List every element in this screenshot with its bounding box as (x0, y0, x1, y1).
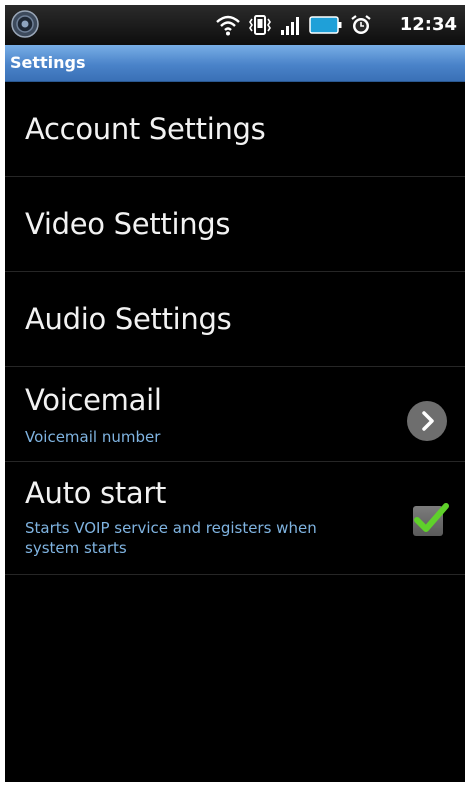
list-item-label: Account Settings (25, 112, 266, 146)
signal-icon (279, 14, 303, 36)
list-item-label: Audio Settings (25, 302, 232, 336)
check-mark-icon (414, 503, 449, 532)
list-item-summary: Starts VOIP service and registers when s… (25, 519, 317, 557)
status-clock: 12:34 (399, 14, 457, 35)
list-item-video-settings[interactable]: Video Settings (5, 177, 465, 272)
list-item-auto-start[interactable]: Auto start Starts VOIP service and regis… (5, 462, 465, 575)
auto-start-checkbox[interactable] (413, 503, 449, 536)
list-item-audio-settings[interactable]: Audio Settings (5, 272, 465, 367)
list-item-label: Voicemail (25, 383, 162, 417)
list-item-label: Video Settings (25, 207, 231, 241)
list-item-label: Auto start (25, 476, 167, 510)
title-bar: Settings (5, 45, 465, 82)
vibrate-icon (247, 14, 273, 36)
phone-screen: 12:34 Settings Account Settings Video Se… (5, 5, 465, 782)
list-item-voicemail[interactable]: Voicemail Voicemail number (5, 367, 465, 462)
status-bar: 12:34 (5, 5, 465, 45)
alarm-icon (349, 14, 373, 36)
wifi-icon (215, 14, 241, 36)
list-item-summary: Voicemail number (25, 428, 161, 446)
chevron-right-icon[interactable] (407, 401, 447, 441)
battery-icon (309, 14, 343, 36)
status-icons (215, 13, 373, 37)
list-item-account-settings[interactable]: Account Settings (5, 82, 465, 177)
app-notification-icon (11, 10, 39, 38)
page-title: Settings (10, 53, 86, 72)
settings-list: Account Settings Video Settings Audio Se… (5, 82, 465, 575)
